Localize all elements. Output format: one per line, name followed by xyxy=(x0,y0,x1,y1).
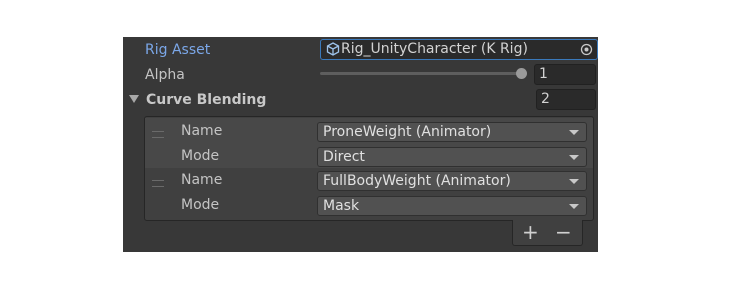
chevron-down-icon xyxy=(569,155,579,160)
rig-asset-field[interactable]: Rig_UnityCharacter (K Rig) xyxy=(320,39,598,60)
inspector-panel: Rig Asset Rig_UnityCharacter (K Rig) Alp… xyxy=(123,37,598,252)
alpha-slider-track[interactable] xyxy=(320,72,524,75)
alpha-slider-handle[interactable] xyxy=(516,68,527,79)
curve-blending-size-field[interactable]: 2 xyxy=(536,89,596,110)
alpha-value-field[interactable]: 1 xyxy=(534,64,596,85)
add-element-button[interactable]: + xyxy=(522,221,539,243)
list-footer: + − xyxy=(512,220,583,246)
curve-blending-list: Name ProneWeight (Animator) Mode Direct … xyxy=(144,116,594,221)
list-item[interactable]: Name FullBodyWeight (Animator) Mode Mask xyxy=(145,169,593,219)
mode-dropdown[interactable]: Direct xyxy=(317,147,587,167)
mode-label: Mode xyxy=(181,148,220,164)
rig-asset-label: Rig Asset xyxy=(145,42,211,58)
chevron-down-icon xyxy=(569,179,579,184)
drag-handle-icon[interactable] xyxy=(152,131,164,138)
object-picker-icon[interactable] xyxy=(580,43,593,56)
alpha-label: Alpha xyxy=(145,67,185,83)
rig-prefab-icon xyxy=(326,42,340,56)
foldout-arrow-icon[interactable] xyxy=(129,95,139,103)
name-dropdown[interactable]: FullBodyWeight (Animator) xyxy=(317,171,587,191)
chevron-down-icon xyxy=(569,204,579,209)
chevron-down-icon xyxy=(569,130,579,135)
curve-blending-label[interactable]: Curve Blending xyxy=(146,90,266,110)
drag-handle-icon[interactable] xyxy=(152,180,164,187)
rig-asset-value: Rig_UnityCharacter (K Rig) xyxy=(341,41,528,57)
name-dropdown[interactable]: ProneWeight (Animator) xyxy=(317,122,587,142)
mode-dropdown[interactable]: Mask xyxy=(317,196,587,216)
mode-label: Mode xyxy=(181,197,220,213)
remove-element-button[interactable]: − xyxy=(555,221,572,243)
list-item[interactable]: Name ProneWeight (Animator) Mode Direct xyxy=(145,118,593,168)
name-label: Name xyxy=(181,172,223,188)
name-label: Name xyxy=(181,123,223,139)
